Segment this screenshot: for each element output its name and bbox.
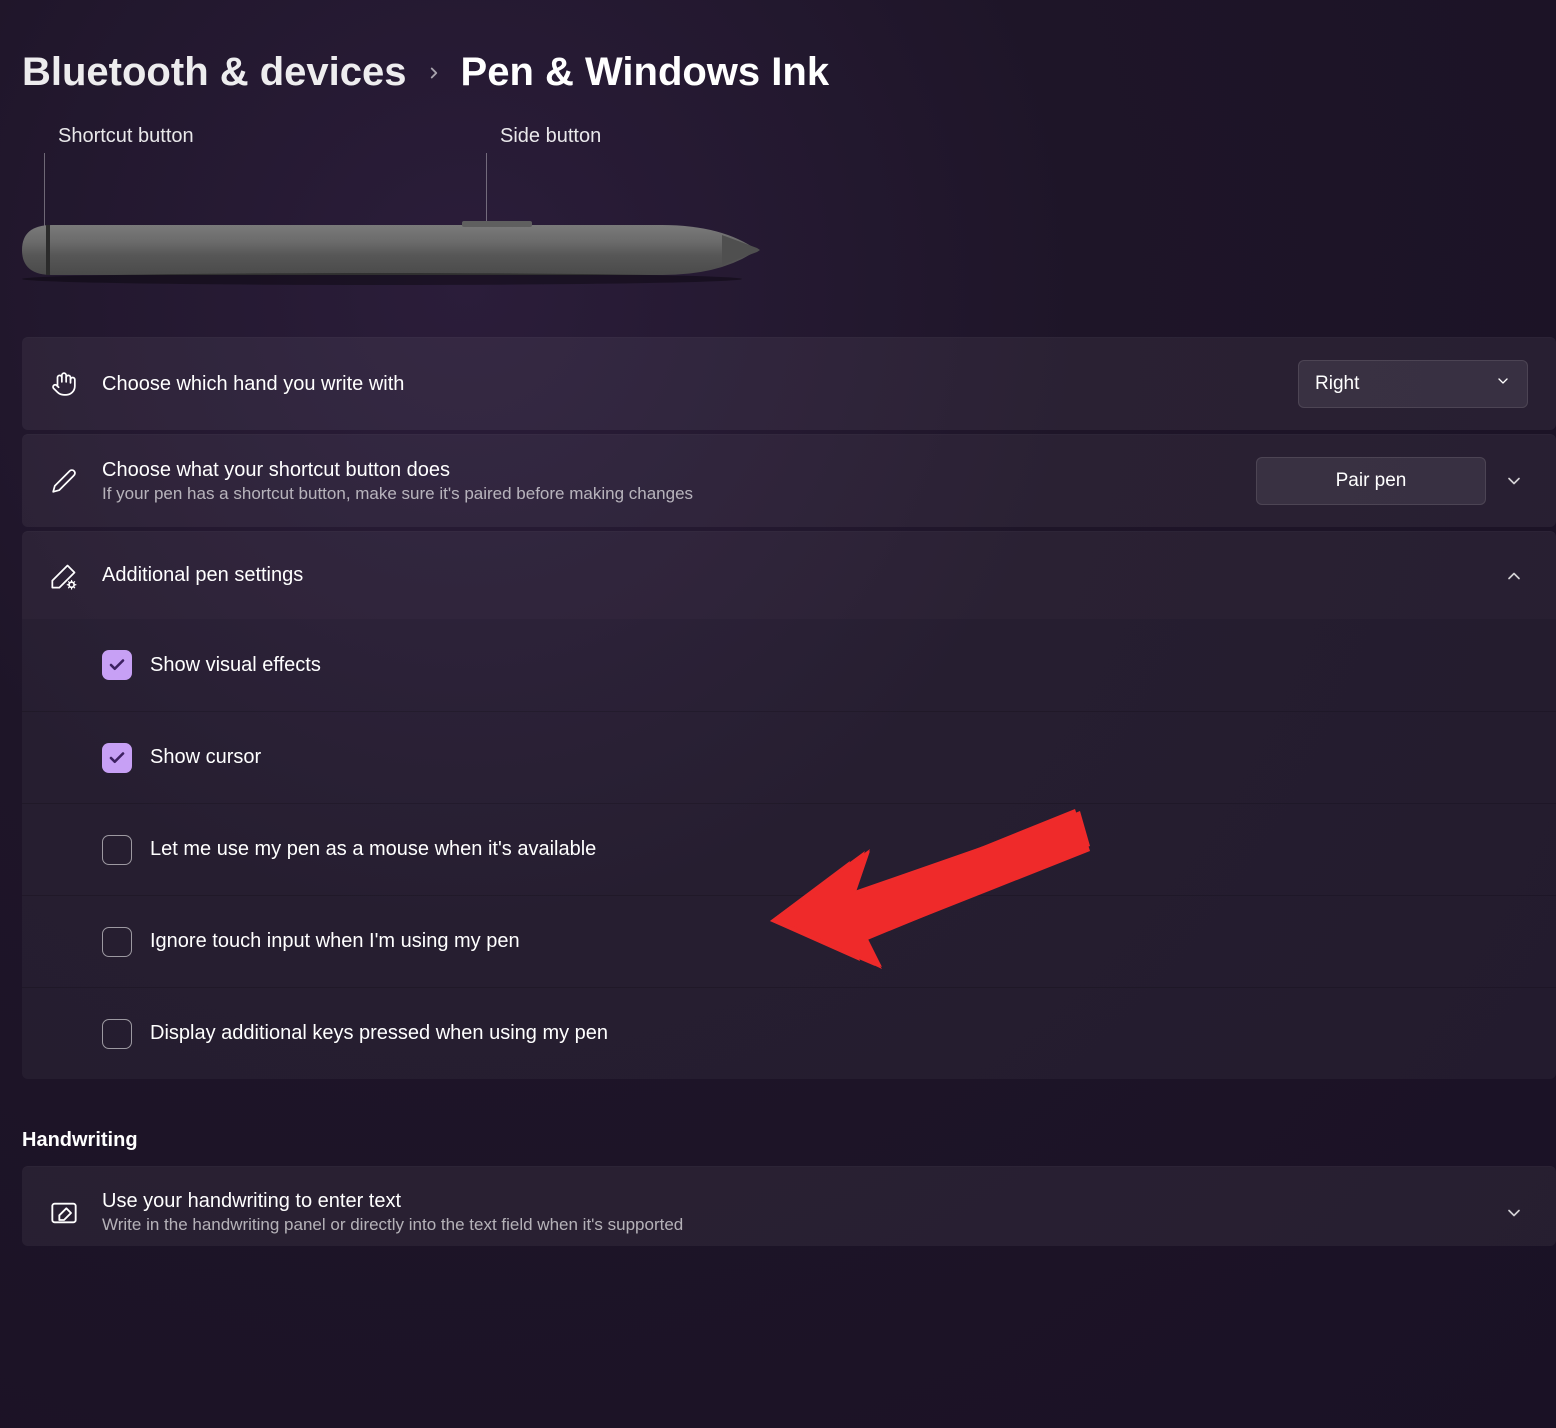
additional-title: Additional pen settings [102, 564, 1476, 587]
pen-as-mouse-label: Let me use my pen as a mouse when it's a… [150, 838, 596, 861]
breadcrumb-parent-link[interactable]: Bluetooth & devices [22, 50, 407, 95]
handwriting-heading: Handwriting [22, 1129, 1556, 1152]
pen-illustration [22, 215, 762, 290]
collapse-additional-button[interactable] [1500, 566, 1528, 586]
pen-as-mouse-row: Let me use my pen as a mouse when it's a… [22, 803, 1556, 895]
shortcut-button-row: Choose what your shortcut button does If… [22, 434, 1556, 527]
hand-icon [50, 370, 78, 398]
hand-dropdown[interactable]: Right [1298, 360, 1528, 408]
visual-effects-row: Show visual effects [22, 619, 1556, 711]
page-title: Pen & Windows Ink [461, 50, 830, 95]
show-cursor-checkbox[interactable] [102, 743, 132, 773]
additional-keys-row: Display additional keys pressed when usi… [22, 987, 1556, 1079]
pen-diagram: Shortcut button Side button [0, 125, 1556, 315]
ignore-touch-checkbox[interactable] [102, 927, 132, 957]
pen-as-mouse-checkbox[interactable] [102, 835, 132, 865]
ignore-touch-label: Ignore touch input when I'm using my pen [150, 930, 520, 953]
hand-preference-row: Choose which hand you write with Right [22, 337, 1556, 430]
hand-title: Choose which hand you write with [102, 373, 1274, 396]
handwriting-enter-text-row: Use your handwriting to enter text Write… [22, 1166, 1556, 1246]
expand-shortcut-button[interactable] [1500, 471, 1528, 491]
additional-settings-row: Additional pen settings [22, 531, 1556, 619]
pen-icon [50, 467, 78, 495]
shortcut-button-label: Shortcut button [58, 125, 194, 148]
pen-settings-icon [50, 562, 78, 590]
additional-keys-checkbox[interactable] [102, 1019, 132, 1049]
shortcut-sub: If your pen has a shortcut button, make … [102, 484, 1232, 504]
pair-pen-button[interactable]: Pair pen [1256, 457, 1486, 505]
additional-settings-list: Show visual effects Show cursor Let me u… [0, 619, 1556, 1079]
chevron-down-icon [1495, 373, 1511, 395]
additional-keys-label: Display additional keys pressed when usi… [150, 1022, 608, 1045]
show-cursor-label: Show cursor [150, 746, 261, 769]
breadcrumb: Bluetooth & devices Pen & Windows Ink [0, 50, 1556, 95]
settings-page: Bluetooth & devices Pen & Windows Ink Sh… [0, 0, 1556, 1246]
ignore-touch-row: Ignore touch input when I'm using my pen [22, 895, 1556, 987]
handwriting-sub: Write in the handwriting panel or direct… [102, 1215, 1476, 1235]
show-cursor-row: Show cursor [22, 711, 1556, 803]
handwriting-title: Use your handwriting to enter text [102, 1190, 1476, 1213]
visual-effects-checkbox[interactable] [102, 650, 132, 680]
expand-handwriting-button[interactable] [1500, 1203, 1528, 1223]
side-button-label: Side button [500, 125, 601, 148]
visual-effects-label: Show visual effects [150, 654, 321, 677]
chevron-right-icon [425, 64, 443, 82]
handwriting-icon [50, 1199, 78, 1227]
shortcut-title: Choose what your shortcut button does [102, 459, 1232, 482]
hand-dropdown-value: Right [1315, 373, 1359, 395]
